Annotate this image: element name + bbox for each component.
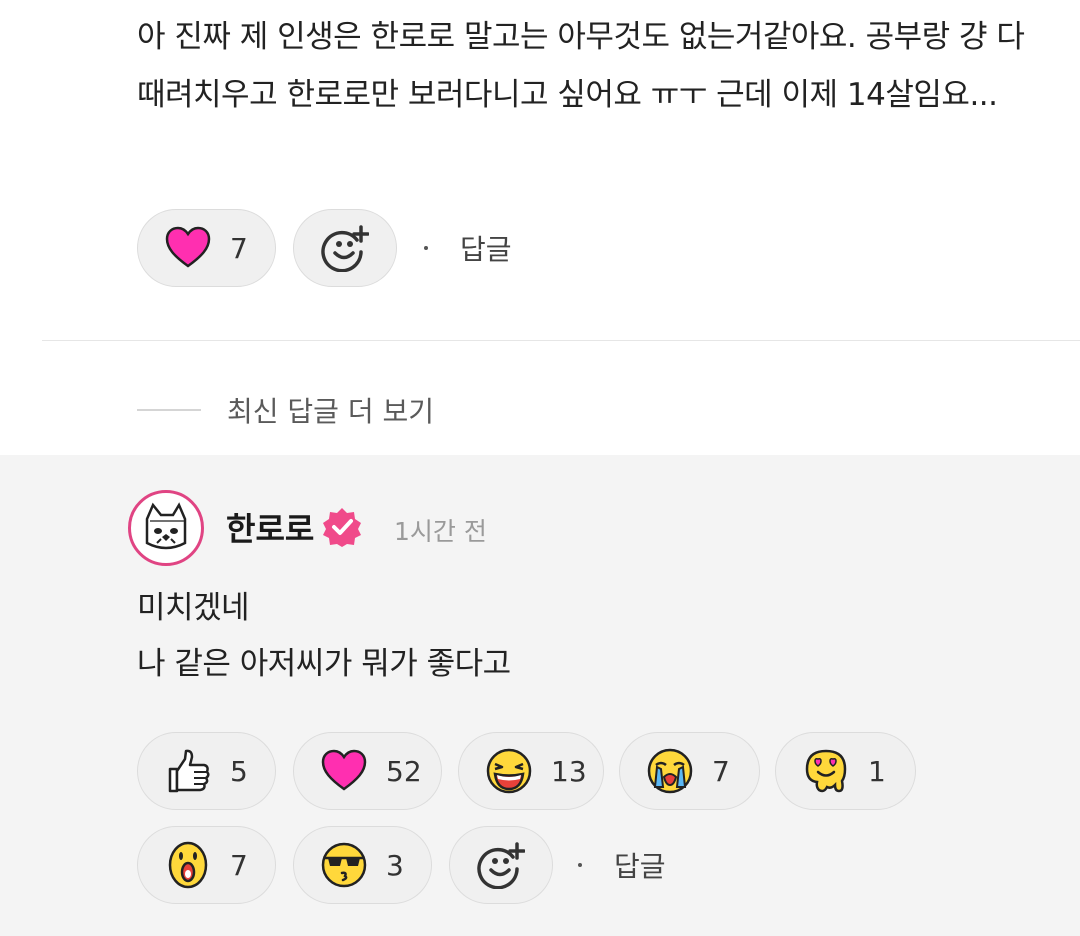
more-replies-label: 최신 답글 더 보기	[227, 395, 435, 428]
reaction-melting-button[interactable]: 1	[775, 732, 916, 810]
reply-button[interactable]: 답글	[424, 228, 512, 268]
divider	[42, 340, 1080, 341]
reaction-count: 52	[386, 754, 422, 788]
reaction-count: 13	[551, 754, 587, 788]
add-emoji-icon	[321, 225, 369, 272]
reply-label: 답글	[460, 233, 512, 266]
reaction-count: 5	[230, 754, 248, 788]
reaction-count: 3	[386, 848, 404, 882]
crying-face-icon	[647, 748, 693, 794]
reaction-surprised-button[interactable]: 7	[137, 826, 276, 904]
reaction-heart-button[interactable]: 52	[293, 732, 442, 810]
add-reaction-button[interactable]	[449, 826, 553, 904]
separator-dot	[578, 863, 582, 867]
verified-badge-icon	[323, 508, 361, 547]
reply-label: 답글	[614, 850, 666, 883]
more-replies-button[interactable]: 최신 답글 더 보기	[137, 390, 434, 430]
heart-icon	[165, 226, 211, 268]
reaction-crying-button[interactable]: 7	[619, 732, 760, 810]
more-replies-line	[137, 409, 201, 411]
cat-avatar-icon	[145, 502, 187, 550]
reply-text: 미치겠네 나 같은 아저씨가 뭐가 좋다고	[137, 580, 511, 692]
add-emoji-icon	[477, 842, 525, 889]
add-reaction-button[interactable]	[293, 209, 397, 287]
thumbs-up-icon	[168, 749, 210, 793]
avatar[interactable]	[128, 490, 204, 566]
separator-dot	[424, 246, 428, 250]
reply-text-line: 나 같은 아저씨가 뭐가 좋다고	[137, 646, 511, 682]
reaction-count: 7	[712, 754, 730, 788]
author-name[interactable]: 한로로	[226, 504, 314, 550]
melting-heart-eyes-icon	[805, 749, 847, 793]
sunglasses-kiss-face-icon	[321, 842, 367, 888]
laughing-face-icon	[486, 748, 532, 794]
reaction-heart-button[interactable]: 7	[137, 209, 276, 287]
heart-icon	[321, 749, 367, 791]
reaction-thumbs-up-button[interactable]: 5	[137, 732, 276, 810]
reply-button[interactable]: 답글	[578, 845, 666, 885]
reaction-count: 1	[868, 754, 886, 788]
timestamp: 1시간 전	[394, 517, 487, 546]
comment-text: 아 진짜 제 인생은 한로로 말고는 아무것도 없는거같아요. 공부랑 걍 다 …	[137, 19, 1034, 113]
reaction-count: 7	[230, 231, 248, 265]
reaction-laughing-button[interactable]: 13	[458, 732, 604, 810]
reaction-cool-button[interactable]: 3	[293, 826, 432, 904]
reaction-count: 7	[230, 848, 248, 882]
surprised-face-icon	[168, 841, 208, 889]
reply-text-line: 미치겠네	[137, 590, 250, 626]
